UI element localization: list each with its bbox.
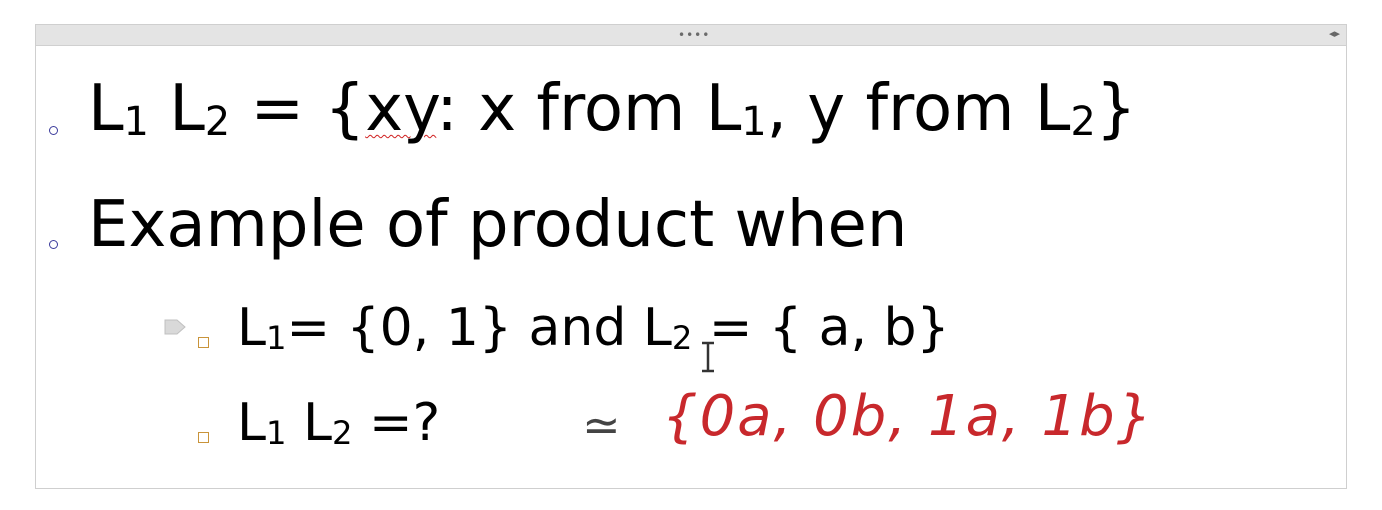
text-segment: }	[1095, 72, 1137, 146]
spellcheck-word: xy	[365, 72, 437, 146]
handwritten-answer: {0a, 0b, 1a, 1b}	[662, 384, 1155, 449]
sub-bullet-line-question: L1 L2 =?	[237, 393, 440, 453]
subscript: 1	[265, 318, 287, 357]
subscript: 2	[671, 318, 693, 357]
text-segment: L	[237, 298, 266, 358]
drag-grip-icon[interactable]: ••••	[678, 28, 710, 42]
text-segment: : x from L	[436, 72, 742, 146]
subscript: 1	[123, 98, 149, 145]
text-segment: =?	[352, 393, 441, 453]
text-segment: L	[237, 393, 266, 453]
subscript: 1	[741, 98, 767, 145]
text-segment: L	[286, 393, 332, 453]
subscript: 2	[1070, 98, 1096, 145]
text-segment: = { a, b}	[692, 298, 950, 358]
subscript: 1	[265, 413, 287, 452]
laser-pointer-icon	[164, 319, 186, 335]
text-segment: = {	[230, 72, 366, 146]
text-segment: = {0, 1} and L	[286, 298, 672, 358]
text-segment: L	[148, 72, 205, 146]
expand-arrows-icon[interactable]: ◂▸	[1329, 27, 1340, 40]
sub-bullet-line-sets: L1= {0, 1} and L2 = { a, b}	[237, 298, 950, 358]
bullet-marker	[49, 126, 58, 135]
text-segment: , y from L	[766, 72, 1071, 146]
bullet-marker	[49, 240, 58, 249]
sub-bullet-marker	[198, 337, 209, 348]
sub-bullet-marker	[198, 432, 209, 443]
text-cursor-icon	[702, 341, 714, 373]
subscript: 2	[332, 413, 353, 452]
subscript: 2	[204, 98, 231, 145]
slide-toolbar: •••• ◂▸	[36, 25, 1346, 46]
bullet-line-product-definition: L1 L2 = {xy: x from L1, y from L2}	[88, 72, 1136, 146]
text-segment: L	[88, 72, 124, 146]
bullet-line-example: Example of product when	[88, 188, 908, 262]
handwritten-approx-sign: ≃	[582, 398, 621, 452]
